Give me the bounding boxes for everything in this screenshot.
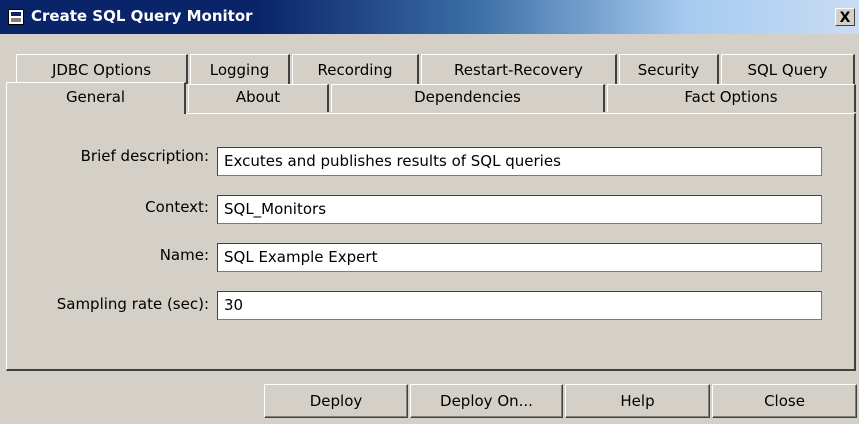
name-label: Name: (159, 246, 209, 264)
window-title: Create SQL Query Monitor (31, 7, 253, 25)
tab-jdbc-options[interactable]: JDBC Options (16, 54, 188, 84)
name-field[interactable]: SQL Example Expert (217, 243, 822, 272)
brief-description-label: Brief description: (80, 147, 209, 165)
help-button[interactable]: Help (565, 384, 710, 418)
context-field[interactable]: SQL_Monitors (217, 195, 822, 224)
general-tab-panel: Brief description: Excutes and publishes… (6, 113, 856, 371)
tab-recording[interactable]: Recording (292, 54, 419, 84)
context-label: Context: (145, 198, 209, 216)
window-close-button[interactable]: X (835, 8, 855, 26)
tab-security[interactable]: Security (619, 54, 719, 84)
app-icon (8, 9, 24, 25)
deploy-button[interactable]: Deploy (264, 384, 408, 418)
tab-fact-options[interactable]: Fact Options (607, 84, 856, 112)
close-button[interactable]: Close (712, 384, 857, 418)
sampling-rate-field[interactable]: 30 (217, 291, 822, 320)
tab-logging[interactable]: Logging (190, 54, 290, 84)
tab-restart-recovery[interactable]: Restart-Recovery (421, 54, 617, 84)
tab-sql-query[interactable]: SQL Query (721, 54, 855, 84)
sampling-rate-label: Sampling rate (sec): (56, 295, 209, 313)
tab-about[interactable]: About (188, 84, 329, 112)
deploy-on-button[interactable]: Deploy On... (410, 384, 563, 418)
brief-description-field[interactable]: Excutes and publishes results of SQL que… (217, 147, 822, 176)
title-bar[interactable]: Create SQL Query Monitor X (0, 0, 859, 34)
tab-general[interactable]: General (6, 82, 186, 114)
tab-dependencies[interactable]: Dependencies (331, 84, 605, 112)
